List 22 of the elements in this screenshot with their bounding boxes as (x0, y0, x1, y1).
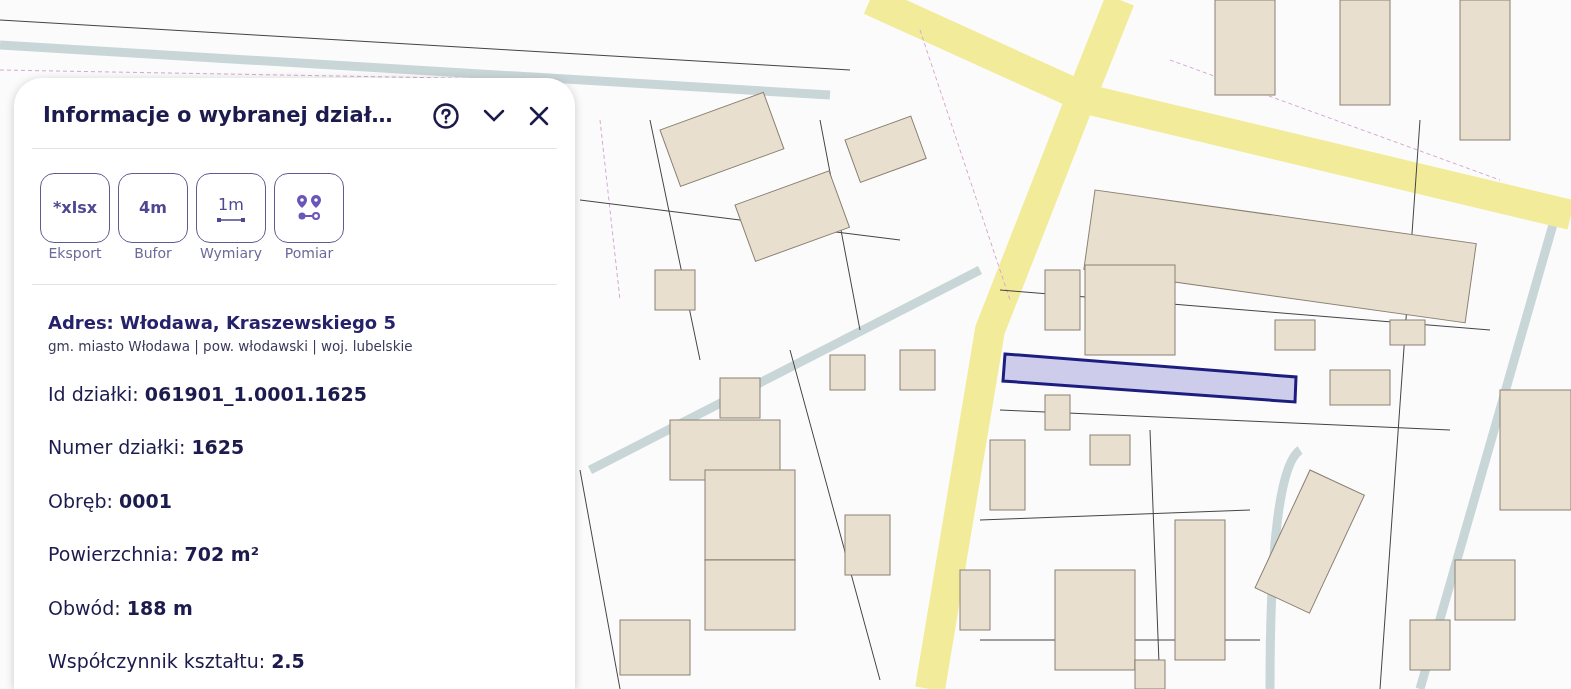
tool-button[interactable]: 1m (196, 172, 266, 243)
ruler-icon (217, 216, 245, 223)
parcel-address: Adres: Włodawa, Kraszewskiego 5 (48, 310, 397, 335)
parcel-detail: Id działki: 061901_1.0001.1625 (48, 381, 369, 408)
close-icon[interactable] (529, 105, 549, 126)
parcel-detail: Współczynnik kształtu: 2.5 (48, 649, 306, 675)
measure-tool-button[interactable] (274, 172, 344, 243)
tool-label: Eksport (48, 243, 102, 263)
panel-title: Informacje o wybranej dział… (43, 102, 394, 129)
tool-label: Pomiar (284, 243, 334, 263)
tool-label: Wymiary (200, 243, 262, 263)
help-icon[interactable] (433, 102, 459, 129)
parcel-detail: Numer działki: 1625 (48, 435, 246, 461)
parcel-detail: Obręb: 0001 (48, 488, 173, 514)
parcel-detail: Powierzchnia: 702 m² (48, 542, 260, 568)
collapse-chevron-icon[interactable] (483, 108, 505, 123)
tool-button[interactable]: 4m (118, 172, 188, 243)
administrative-region: gm. miasto Włodawa | pow. włodawski | woj. lubelskie (48, 336, 414, 356)
tool-label: Bufor (134, 243, 172, 263)
parcel-detail: Obwód: 188 m (48, 595, 194, 621)
map-pins-icon (295, 193, 323, 222)
tool-button[interactable]: *xlsx (40, 172, 110, 243)
